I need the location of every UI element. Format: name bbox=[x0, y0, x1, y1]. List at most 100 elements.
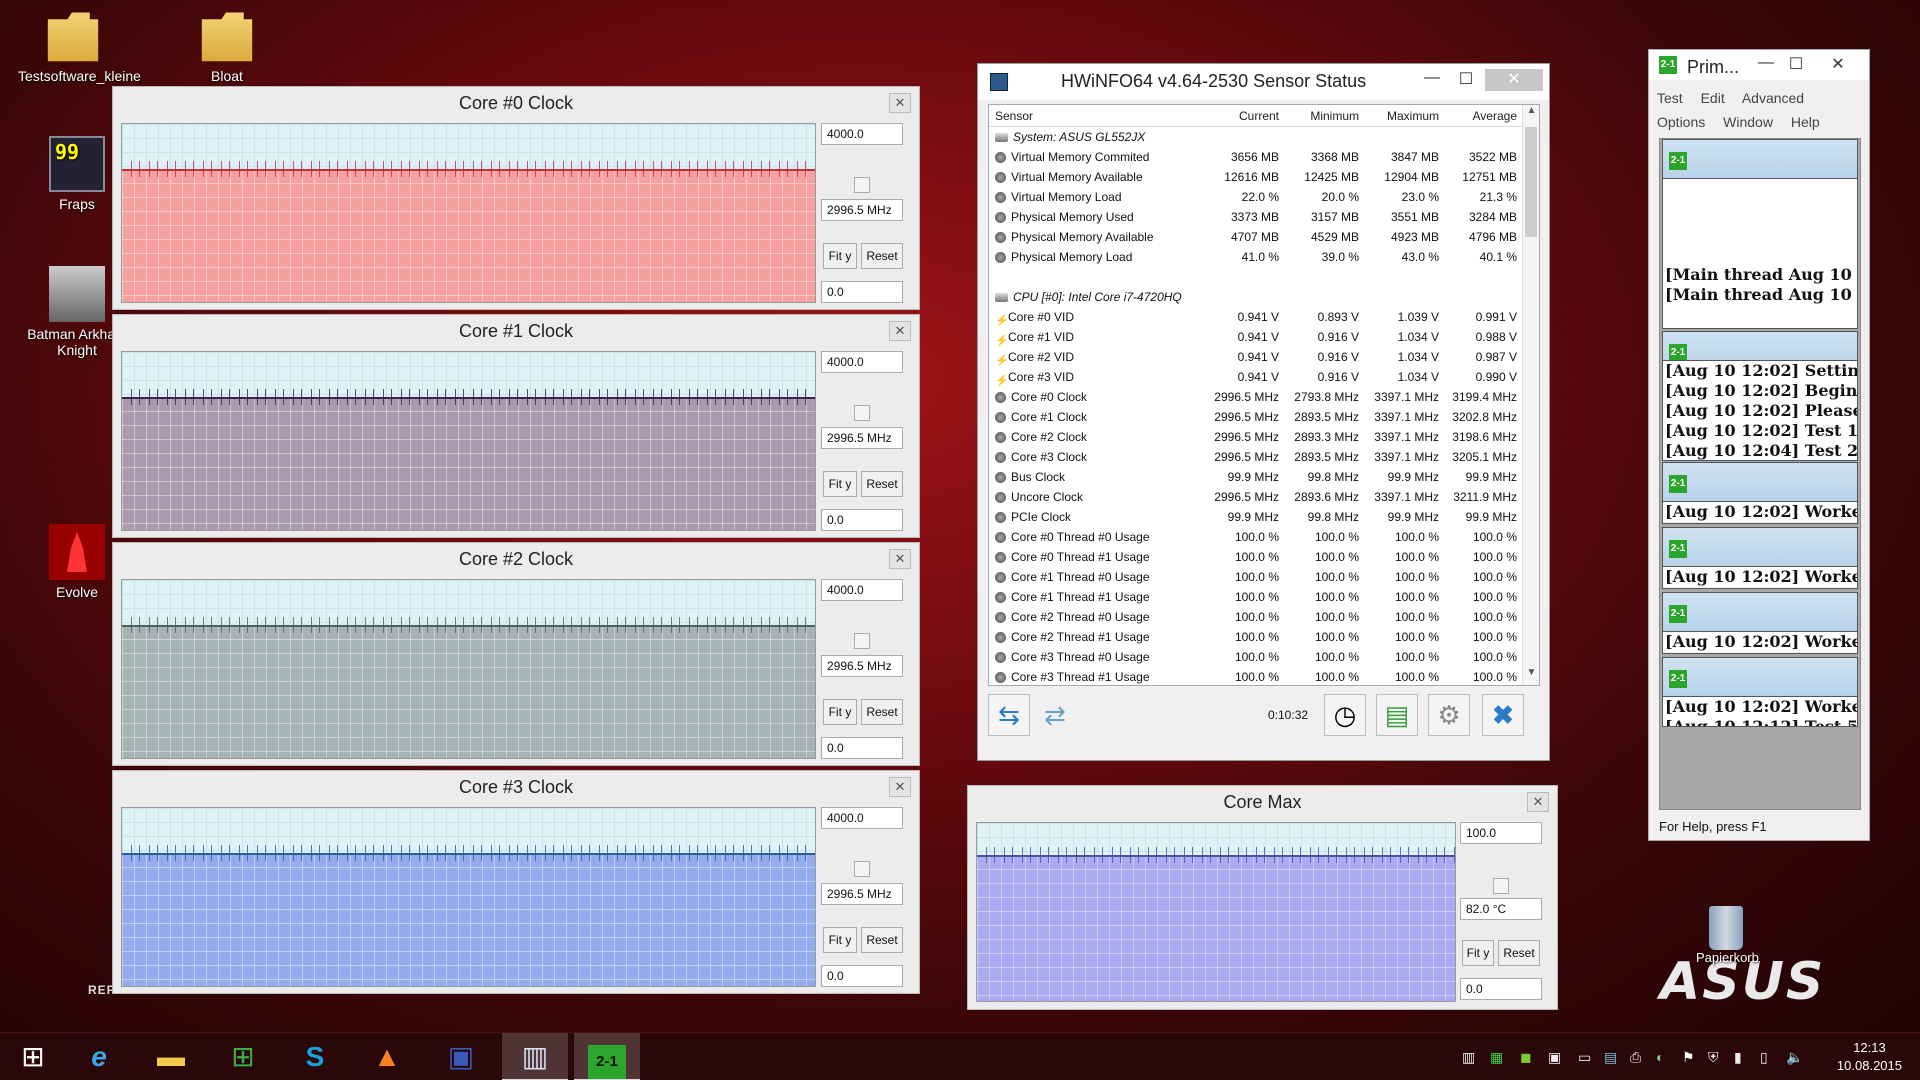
hwinfo-taskbar-icon[interactable]: ▥ bbox=[502, 1033, 568, 1080]
tray-volume-icon[interactable]: 🔈 bbox=[1786, 1049, 1803, 1066]
sensor-row[interactable]: Virtual Memory Available 12616 MB 12425 … bbox=[989, 167, 1539, 187]
sensor-row[interactable] bbox=[989, 267, 1539, 287]
tray-signal-icon[interactable]: ▮ bbox=[1734, 1049, 1742, 1066]
tray-hwinfo-icon[interactable]: ▥ bbox=[1462, 1049, 1475, 1066]
graph-min-field[interactable]: 0.0 bbox=[821, 509, 903, 531]
sensor-row[interactable]: Core #3 Thread #0 Usage 100.0 % 100.0 % … bbox=[989, 647, 1539, 667]
sensor-row[interactable]: Core #1 Thread #0 Usage 100.0 % 100.0 % … bbox=[989, 567, 1539, 587]
sensor-row[interactable]: Virtual Memory Commited 3656 MB 3368 MB … bbox=[989, 147, 1539, 167]
hwinfo-window[interactable]: HWiNFO64 v4.64-2530 Sensor Status — ☐ ✕ … bbox=[977, 63, 1550, 761]
save-disk-icon[interactable]: ▣ bbox=[428, 1033, 494, 1080]
menu-test[interactable]: Test bbox=[1657, 90, 1683, 106]
file-explorer-icon[interactable]: ▬ bbox=[138, 1033, 204, 1080]
sensor-row[interactable]: Core #3 VID 0.941 V 0.916 V 1.034 V 0.99… bbox=[989, 367, 1539, 387]
maximize-icon[interactable]: ☐ bbox=[1783, 54, 1809, 74]
sensor-row[interactable]: Core #1 Thread #1 Usage 100.0 % 100.0 % … bbox=[989, 587, 1539, 607]
vlc-icon[interactable]: ▲ bbox=[354, 1033, 420, 1080]
sensor-row[interactable]: Physical Memory Available 4707 MB 4529 M… bbox=[989, 227, 1539, 247]
core-clock-graph-window[interactable]: Core #0 Clock ✕ 4000.0 2996.5 MHz Fit y … bbox=[112, 86, 920, 310]
worker-window[interactable]: 2-1 [Aug 10 12:02] Worker [Aug 10 12:12]… bbox=[1662, 657, 1858, 727]
sensor-row[interactable]: Core #0 Clock 2996.5 MHz 2793.8 MHz 3397… bbox=[989, 387, 1539, 407]
sensor-row[interactable]: Core #2 Thread #1 Usage 100.0 % 100.0 % … bbox=[989, 627, 1539, 647]
scrollbar[interactable]: ▲ ▼ bbox=[1522, 105, 1539, 685]
graph-checkbox[interactable] bbox=[854, 633, 870, 649]
core-clock-graph-window[interactable]: Core #1 Clock ✕ 4000.0 2996.5 MHz Fit y … bbox=[112, 314, 920, 538]
column-header-current[interactable]: Current bbox=[1201, 105, 1283, 126]
sensor-row[interactable]: Physical Memory Load 41.0 % 39.0 % 43.0 … bbox=[989, 247, 1539, 267]
close-icon[interactable]: ✕ bbox=[889, 93, 911, 113]
sensor-row[interactable]: Physical Memory Used 3373 MB 3157 MB 355… bbox=[989, 207, 1539, 227]
main-thread-window[interactable]: 2-1 [Main thread Aug 10 12 [Main thread … bbox=[1662, 139, 1858, 329]
sensor-row[interactable]: Core #1 Clock 2996.5 MHz 2893.5 MHz 3397… bbox=[989, 407, 1539, 427]
tray-monitor-icon[interactable]: ▤ bbox=[1604, 1049, 1617, 1066]
reset-button[interactable]: Reset bbox=[861, 927, 903, 953]
graph-checkbox[interactable] bbox=[854, 861, 870, 877]
graph-max-field[interactable]: 100.0 bbox=[1460, 822, 1542, 844]
maximize-icon[interactable]: ☐ bbox=[1452, 69, 1480, 91]
reset-button[interactable]: Reset bbox=[861, 471, 903, 497]
fit-y-button[interactable]: Fit y bbox=[823, 243, 857, 269]
reset-button[interactable]: Reset bbox=[861, 699, 903, 725]
sensor-row[interactable]: Core #0 Thread #1 Usage 100.0 % 100.0 % … bbox=[989, 547, 1539, 567]
core-clock-graph-window[interactable]: Core #3 Clock ✕ 4000.0 2996.5 MHz Fit y … bbox=[112, 770, 920, 994]
graph-max-field[interactable]: 4000.0 bbox=[821, 579, 903, 601]
sensor-row[interactable]: Core #1 VID 0.941 V 0.916 V 1.034 V 0.98… bbox=[989, 327, 1539, 347]
fit-y-button[interactable]: Fit y bbox=[823, 699, 857, 725]
sensor-row[interactable]: PCIe Clock 99.9 MHz 99.8 MHz 99.9 MHz 99… bbox=[989, 507, 1539, 527]
column-header-sensor[interactable]: Sensor bbox=[989, 105, 1201, 126]
report-icon[interactable]: ▤ bbox=[1376, 694, 1418, 736]
sensor-table[interactable]: Sensor Current Minimum Maximum Average S… bbox=[988, 104, 1540, 686]
menu-edit[interactable]: Edit bbox=[1701, 90, 1725, 106]
prime95-titlebar[interactable]: 2-1 Prim... — ☐ ✕ bbox=[1649, 50, 1869, 80]
graph-min-field[interactable]: 0.0 bbox=[821, 281, 903, 303]
graph-min-field[interactable]: 0.0 bbox=[821, 965, 903, 987]
store-icon[interactable]: ⊞ bbox=[210, 1033, 276, 1080]
desktop-icon-bloat[interactable]: Bloat bbox=[172, 8, 282, 84]
sensor-group-row[interactable]: System: ASUS GL552JX bbox=[989, 127, 1539, 147]
graph-max-field[interactable]: 4000.0 bbox=[821, 807, 903, 829]
scroll-down-icon[interactable]: ▼ bbox=[1523, 667, 1539, 685]
core-max-graph-window[interactable]: Core Max ✕ 100.0 82.0 °C Fit y Reset 0.0 bbox=[967, 785, 1558, 1010]
scroll-up-icon[interactable]: ▲ bbox=[1523, 105, 1539, 123]
minimize-icon[interactable]: — bbox=[1418, 69, 1446, 91]
column-header-minimum[interactable]: Minimum bbox=[1283, 105, 1363, 126]
sensor-row[interactable]: Uncore Clock 2996.5 MHz 2893.6 MHz 3397.… bbox=[989, 487, 1539, 507]
fit-y-button[interactable]: Fit y bbox=[1462, 940, 1494, 966]
sensor-row[interactable]: Core #0 Thread #0 Usage 100.0 % 100.0 % … bbox=[989, 527, 1539, 547]
close-icon[interactable]: ✕ bbox=[889, 321, 911, 341]
expand-arrows-icon[interactable]: ⇆ bbox=[988, 694, 1030, 736]
tray-security-icon[interactable]: ⛨ bbox=[1708, 1049, 1719, 1066]
fit-y-button[interactable]: Fit y bbox=[823, 927, 857, 953]
tray-battery-icon[interactable]: ▯ bbox=[1760, 1049, 1768, 1066]
graph-checkbox[interactable] bbox=[1493, 878, 1509, 894]
taskbar-clock[interactable]: 12:13 10.08.2015 bbox=[1837, 1039, 1902, 1075]
menu-advanced[interactable]: Advanced bbox=[1742, 90, 1804, 106]
sensor-row[interactable]: Core #2 Clock 2996.5 MHz 2893.3 MHz 3397… bbox=[989, 427, 1539, 447]
graph-checkbox[interactable] bbox=[854, 177, 870, 193]
close-icon[interactable]: ✕ bbox=[889, 549, 911, 569]
column-header-average[interactable]: Average bbox=[1443, 105, 1523, 126]
desktop-icon-testsoftware[interactable]: Testsoftware_kleine bbox=[18, 8, 141, 84]
internet-explorer-icon[interactable]: e bbox=[66, 1033, 132, 1080]
tray-cpu-icon[interactable]: ▣ bbox=[1548, 1049, 1561, 1066]
worker-window[interactable]: 2-1 [Aug 10 12:02] Worker bbox=[1662, 462, 1858, 524]
worker-window[interactable]: 2-1 [Aug 10 12:02] Worker bbox=[1662, 592, 1858, 654]
prime95-taskbar-icon[interactable]: 2-1 bbox=[574, 1033, 640, 1080]
sensor-row[interactable]: Core #3 Thread #1 Usage 100.0 % 100.0 % … bbox=[989, 667, 1539, 685]
reset-button[interactable]: Reset bbox=[861, 243, 903, 269]
worker-window[interactable]: 2-1 [Aug 10 12:02] Setting [Aug 10 12:02… bbox=[1662, 331, 1858, 461]
hwinfo-titlebar[interactable]: HWiNFO64 v4.64-2530 Sensor Status — ☐ ✕ bbox=[978, 64, 1549, 100]
graph-min-field[interactable]: 0.0 bbox=[821, 737, 903, 759]
close-icon[interactable]: ✕ bbox=[1825, 54, 1851, 74]
menu-help[interactable]: Help bbox=[1791, 114, 1820, 130]
graph-checkbox[interactable] bbox=[854, 405, 870, 421]
sensor-row[interactable]: Core #0 VID 0.941 V 0.893 V 1.039 V 0.99… bbox=[989, 307, 1539, 327]
close-x-icon[interactable]: ✖ bbox=[1482, 694, 1524, 736]
sensor-group-row[interactable]: CPU [#0]: Intel Core i7-4720HQ bbox=[989, 287, 1539, 307]
close-icon[interactable]: ✕ bbox=[889, 777, 911, 797]
column-header-maximum[interactable]: Maximum bbox=[1363, 105, 1443, 126]
graph-min-field[interactable]: 0.0 bbox=[1460, 978, 1542, 1000]
tray-temperature-icon[interactable]: ▦ bbox=[1490, 1049, 1503, 1066]
close-icon[interactable]: ✕ bbox=[1485, 69, 1543, 91]
fit-y-button[interactable]: Fit y bbox=[823, 471, 857, 497]
